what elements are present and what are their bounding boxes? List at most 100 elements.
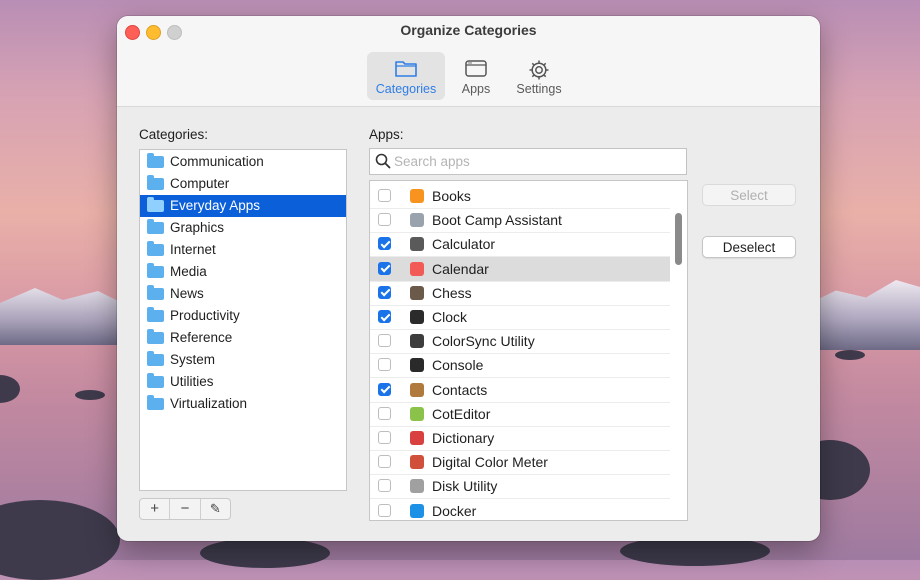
app-checkbox[interactable] (378, 189, 391, 202)
app-row[interactable]: Calculator (370, 232, 670, 258)
app-name: Calendar (432, 260, 489, 277)
app-checkbox[interactable] (378, 285, 391, 299)
app-name: Books (432, 188, 471, 204)
edit-category-button[interactable]: ✎ (201, 499, 230, 519)
app-checkbox[interactable] (378, 237, 391, 251)
app-checkbox[interactable] (378, 358, 391, 372)
category-label: Utilities (170, 374, 214, 389)
rock (200, 538, 330, 568)
app-name: Disk Utility (432, 478, 498, 495)
window-title: Organize Categories (400, 22, 537, 38)
category-label: System (170, 352, 216, 367)
category-item[interactable]: System (140, 349, 346, 371)
category-item[interactable]: Reference (140, 327, 346, 349)
tab-label: Categories (375, 82, 437, 96)
app-name: Contacts (432, 381, 488, 398)
categories-heading: Categories: (139, 127, 209, 142)
category-item[interactable]: Graphics (140, 217, 346, 239)
app-checkbox[interactable] (378, 503, 391, 517)
app-row[interactable]: Dictionary (370, 426, 670, 451)
rock (75, 390, 105, 400)
app-checkbox[interactable] (378, 479, 391, 493)
colorsync-icon (410, 334, 424, 349)
app-checkbox[interactable] (378, 261, 391, 275)
apps-list[interactable]: Books Boot Camp Assistant Calculator Calend… (369, 180, 688, 521)
app-row[interactable]: Books (370, 184, 670, 209)
calendar-icon (410, 261, 424, 276)
search-input[interactable] (394, 149, 679, 174)
books-icon (410, 189, 424, 203)
window-toolbar: Organize Categories Categories Apps Sett… (117, 16, 820, 107)
folder-icon (147, 329, 164, 344)
app-checkbox[interactable] (378, 406, 391, 420)
app-row[interactable]: ColorSync Utility (370, 329, 670, 355)
category-label: Graphics (170, 220, 225, 235)
tab-apps[interactable]: Apps (453, 52, 499, 100)
app-row[interactable]: Disk Utility (370, 474, 670, 500)
category-label: News (170, 286, 204, 301)
app-checkbox[interactable] (378, 455, 391, 469)
app-name: ColorSync Utility (432, 333, 535, 350)
add-category-button[interactable]: + (140, 499, 171, 519)
category-item[interactable]: Media (140, 261, 346, 283)
app-row[interactable]: CotEditor (370, 402, 670, 427)
category-label: Reference (170, 330, 233, 345)
apps-heading: Apps: (369, 127, 404, 142)
category-item[interactable]: Everyday Apps (140, 195, 346, 217)
app-row[interactable]: Chess (370, 281, 670, 306)
tab-settings[interactable]: Settings (507, 52, 571, 100)
category-item[interactable]: Productivity (140, 305, 346, 327)
app-row[interactable]: Digital Color Meter (370, 450, 670, 476)
tab-label: Settings (516, 82, 562, 96)
app-checkbox[interactable] (378, 382, 391, 396)
dictionary-icon (410, 431, 424, 445)
app-name: Digital Color Meter (432, 454, 548, 471)
app-checkbox[interactable] (378, 213, 391, 227)
categories-list[interactable]: Communication Computer Everyday Apps Graphi… (139, 149, 347, 491)
category-item[interactable]: Virtualization (140, 393, 346, 415)
remove-category-button[interactable]: − (170, 499, 201, 519)
category-item[interactable]: Utilities (140, 371, 346, 393)
colormeter-icon (410, 455, 424, 470)
app-checkbox[interactable] (378, 334, 391, 348)
app-row[interactable]: Clock (370, 305, 670, 330)
tab-label: Apps (461, 82, 491, 96)
app-row[interactable]: Console (370, 353, 670, 379)
folder-icon (147, 153, 164, 168)
category-label: Everyday Apps (170, 198, 261, 213)
app-name: Chess (432, 284, 472, 301)
app-name: Console (432, 357, 484, 374)
app-row[interactable]: Contacts (370, 378, 670, 403)
category-label: Communication (170, 154, 264, 169)
app-name: Dictionary (432, 430, 495, 446)
tab-categories[interactable]: Categories (367, 52, 445, 100)
category-label: Internet (170, 242, 216, 257)
chess-icon (410, 285, 424, 300)
app-checkbox[interactable] (378, 310, 391, 323)
folder-icon (147, 395, 164, 410)
category-label: Media (170, 264, 207, 279)
deselect-button[interactable]: Deselect (702, 236, 796, 258)
app-name: Boot Camp Assistant (432, 212, 562, 229)
category-item[interactable]: News (140, 283, 346, 305)
select-button[interactable]: Select (702, 184, 796, 206)
app-checkbox[interactable] (378, 431, 391, 444)
rock (0, 375, 20, 403)
category-item[interactable]: Computer (140, 173, 346, 195)
folder-icon (394, 58, 418, 83)
folder-icon (147, 285, 164, 300)
category-item[interactable]: Communication (140, 151, 346, 173)
category-item[interactable]: Internet (140, 239, 346, 261)
app-row[interactable]: Boot Camp Assistant (370, 208, 670, 234)
rock (835, 350, 865, 360)
apps-scrollbar[interactable] (675, 213, 682, 265)
search-field[interactable] (369, 148, 687, 175)
app-row[interactable]: Docker (370, 499, 670, 520)
folder-icon (147, 197, 164, 212)
category-controls: + − ✎ (139, 498, 231, 520)
docker-icon (410, 503, 424, 518)
folder-icon (147, 241, 164, 256)
app-row[interactable]: Calendar (370, 256, 670, 282)
console-icon (410, 358, 424, 373)
clock-icon (410, 310, 424, 324)
